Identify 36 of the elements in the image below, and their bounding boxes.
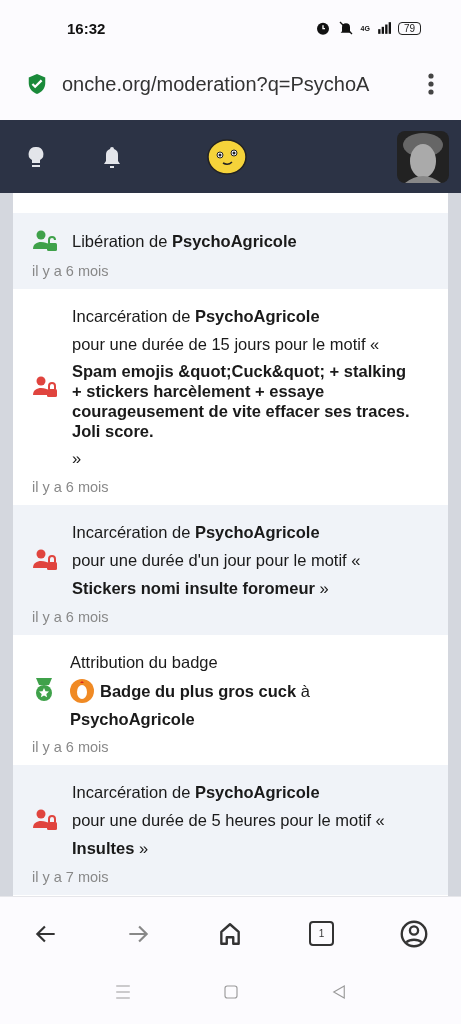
timestamp: il y a 7 mois [32,869,110,885]
entry-text: Attribution du badge [70,652,218,673]
entry-text: Incarcération de PsychoAgricole [72,306,320,327]
home-icon [217,920,243,947]
alarm-icon [314,20,331,36]
url-text[interactable]: onche.org/moderation?q=PsychoA [62,72,413,96]
battery-level: 79 [397,21,421,35]
shield-check-icon [26,72,48,96]
timestamp: il y a 6 mois [32,609,110,625]
menu-icon [113,983,132,1001]
entry-text: » [72,448,82,469]
entry-text: Libération de PsychoAgricole [72,231,297,252]
account-icon [400,919,428,948]
home-square-icon [221,983,240,1001]
user-unlock-icon [32,229,58,253]
entry-text: Stickers nomi insulte foromeur » [72,578,329,599]
signal-icon [375,21,392,35]
user-lock-icon [32,548,58,572]
entry-text: pour une durée de 5 heures pour le motif « [72,810,385,831]
timestamp: il y a 6 mois [32,263,110,279]
entry-text: Incarcération de PsychoAgricole [72,522,320,543]
entry-text: Insultes » [72,838,149,859]
more-menu-icon [427,72,435,96]
entry-text: Incarcération de PsychoAgricole [72,782,320,803]
entry-text: Badge du plus gros cuck à [100,681,310,702]
entry-text: pour une durée de 15 jours pour le motif « [72,334,380,355]
entry-text: pour une durée d'un jour pour le motif « [72,550,361,571]
timestamp: il y a 6 mois [32,739,110,755]
tab-count-button[interactable]: 1 [309,921,334,946]
entry-text: Spam emojis &quot;Cuck&quot; + stalking + stickers harcèlement + essaye courageusement de vite effacer ses traces. Joli score. [72,361,411,441]
user-lock-icon [32,808,58,832]
clock-time: 16:32 [67,19,106,37]
timestamp: il y a 6 mois [32,479,110,495]
entry-text: PsychoAgricole [70,709,195,729]
smiley-icon [206,137,248,176]
user-lock-icon [32,375,58,399]
